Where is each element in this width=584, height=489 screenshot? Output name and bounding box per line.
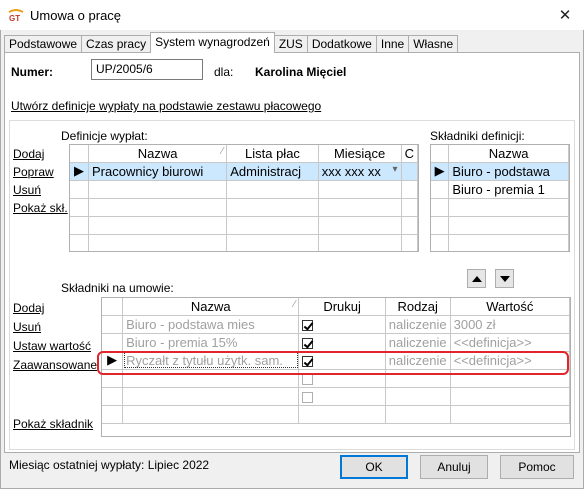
row-indicator-icon: ▶ <box>431 162 450 181</box>
show-component-link[interactable]: Pokaż składnik <box>13 417 93 431</box>
cell-drukuj[interactable] <box>298 315 386 334</box>
tab-podstawowe[interactable]: Podstawowe <box>4 35 83 53</box>
cell-nazwa[interactable]: Biuro - podstawa mies <box>122 315 300 334</box>
help-button[interactable]: Pomoc <box>500 455 574 479</box>
components-def-grid[interactable]: Nazwa ▶ Biuro - podstawa Biuro - premia … <box>430 144 570 252</box>
definitions-header-row: Nazwa ⁄ Lista płac Miesiące C <box>70 145 418 163</box>
table-row[interactable] <box>102 387 570 406</box>
definitions-title: Definicje wypłat: <box>61 129 148 143</box>
arrow-up-icon <box>471 275 482 282</box>
status-text: Miesiąc ostatniej wypłaty: Lipiec 2022 <box>9 458 210 472</box>
definitions-delete-link[interactable]: Usuń <box>13 183 41 197</box>
agreement-title: Składniki na umowie: <box>61 281 174 295</box>
gt-app-icon: GT <box>8 9 24 22</box>
cell-c[interactable] <box>401 162 418 181</box>
cell-rodzaj[interactable]: naliczenie <box>385 333 451 352</box>
column-header-lista-plac[interactable]: Lista płac <box>226 145 319 163</box>
cell-nazwa[interactable]: Biuro - premia 1 <box>448 180 569 199</box>
move-down-button[interactable] <box>495 269 514 288</box>
components-def-header-row: Nazwa <box>431 145 569 163</box>
tab-wlasne[interactable]: Własne <box>408 35 459 53</box>
print-checkbox[interactable] <box>302 337 314 349</box>
table-row[interactable] <box>70 234 418 251</box>
cell-lista-plac[interactable]: Administracj <box>226 162 319 181</box>
tab-strip: Podstawowe Czas pracy System wynagrodzeń… <box>4 32 459 53</box>
row-indicator-icon: ▶ <box>70 162 89 181</box>
agreement-set-value-link[interactable]: Ustaw wartość <box>13 339 91 353</box>
table-row[interactable]: ▶ Pracownicy biurowi Administracj xxx xx… <box>70 162 418 181</box>
column-header-nazwa[interactable]: Nazwa ⁄ <box>88 145 228 163</box>
print-checkbox[interactable] <box>302 391 314 403</box>
cell-drukuj[interactable] <box>298 333 386 352</box>
corner-cell <box>70 145 89 163</box>
definitions-add-link[interactable]: Dodaj <box>13 147 44 161</box>
column-header-nazwa[interactable]: Nazwa ⁄ <box>122 298 300 316</box>
dropdown-icon[interactable]: ▾ <box>393 164 398 175</box>
list-item[interactable]: Biuro - premia 1 <box>431 180 569 199</box>
cell-nazwa[interactable]: Biuro - premia 15% <box>122 333 300 352</box>
cell-nazwa[interactable]: Biuro - podstawa <box>448 162 569 181</box>
table-row[interactable] <box>70 216 418 235</box>
close-icon[interactable]: ✕ <box>546 0 584 30</box>
agreement-header-row: Nazwa ⁄ Drukuj Rodzaj Wartość <box>102 298 570 316</box>
column-header-c[interactable]: C <box>401 145 418 163</box>
title-bar: GT Umowa o pracę ✕ <box>0 0 584 30</box>
svg-text:GT: GT <box>9 14 20 22</box>
numer-label: Numer: <box>11 65 54 79</box>
print-checkbox[interactable] <box>302 319 314 331</box>
tab-system-wynagrodzen[interactable]: System wynagrodzeń <box>150 32 275 53</box>
list-item[interactable] <box>431 234 569 251</box>
dla-label: dla: <box>214 65 234 79</box>
tab-inne[interactable]: Inne <box>375 35 410 53</box>
numer-field[interactable]: UP/2005/6 <box>91 59 203 80</box>
create-definitions-link[interactable]: Utwórz definicje wypłaty na podstawie ze… <box>11 99 321 113</box>
agreement-delete-link[interactable]: Usuń <box>13 320 41 334</box>
cell-nazwa[interactable]: Pracownicy biurowi <box>88 162 228 181</box>
print-checkbox[interactable] <box>302 373 314 385</box>
list-item[interactable] <box>431 216 569 235</box>
column-header-rodzaj[interactable]: Rodzaj <box>385 298 451 316</box>
column-header-miesiace[interactable]: Miesiące <box>318 145 402 163</box>
list-item[interactable] <box>431 198 569 217</box>
cell-wartosc[interactable]: <<definicja>> <box>450 333 570 352</box>
highlight-frame <box>97 351 569 375</box>
table-row[interactable]: Biuro - premia 15% naliczenie <<definicj… <box>102 333 570 352</box>
column-header-nazwa[interactable]: Nazwa <box>448 145 569 163</box>
agreement-add-link[interactable]: Dodaj <box>13 301 44 315</box>
column-header-drukuj[interactable]: Drukuj <box>298 298 386 316</box>
tab-zus[interactable]: ZUS <box>273 35 308 53</box>
table-row[interactable]: Biuro - podstawa mies naliczenie 3000 zł <box>102 315 570 334</box>
sort-icon: ⁄ <box>293 299 296 310</box>
cell-miesiace[interactable]: xxx xxx xx ▾ <box>318 162 402 181</box>
arrow-down-icon <box>499 275 510 282</box>
sort-icon: ⁄ <box>221 146 224 157</box>
ok-button[interactable]: OK <box>340 455 408 479</box>
cell-wartosc[interactable]: 3000 zł <box>450 315 570 334</box>
corner-cell <box>102 298 124 316</box>
column-header-wartosc[interactable]: Wartość <box>450 298 570 316</box>
employee-name: Karolina Mięciel <box>255 65 347 79</box>
definitions-show-components-link[interactable]: Pokaż skł. <box>13 201 68 215</box>
table-row[interactable] <box>102 405 570 424</box>
window-title: Umowa o pracę <box>30 8 122 23</box>
table-row[interactable] <box>70 180 418 199</box>
dialog-client: Podstawowe Czas pracy System wynagrodzeń… <box>0 30 584 489</box>
list-item[interactable]: ▶ Biuro - podstawa <box>431 162 569 181</box>
definitions-edit-link[interactable]: Popraw <box>13 165 54 179</box>
cell-rodzaj[interactable]: naliczenie <box>385 315 451 334</box>
definitions-grid[interactable]: Nazwa ⁄ Lista płac Miesiące C ▶ Pracownic… <box>69 144 419 252</box>
move-up-button[interactable] <box>467 269 486 288</box>
corner-cell <box>431 145 450 163</box>
table-row[interactable] <box>70 198 418 217</box>
tab-dodatkowe[interactable]: Dodatkowe <box>306 35 377 53</box>
cancel-button[interactable]: Anuluj <box>420 455 488 479</box>
tab-page: Numer: UP/2005/6 dla: Karolina Mięciel U… <box>4 52 580 453</box>
agreement-advanced-link[interactable]: Zaawansowane <box>13 358 97 372</box>
tab-czas-pracy[interactable]: Czas pracy <box>81 35 152 53</box>
components-def-title: Składniki definicji: <box>430 129 525 143</box>
